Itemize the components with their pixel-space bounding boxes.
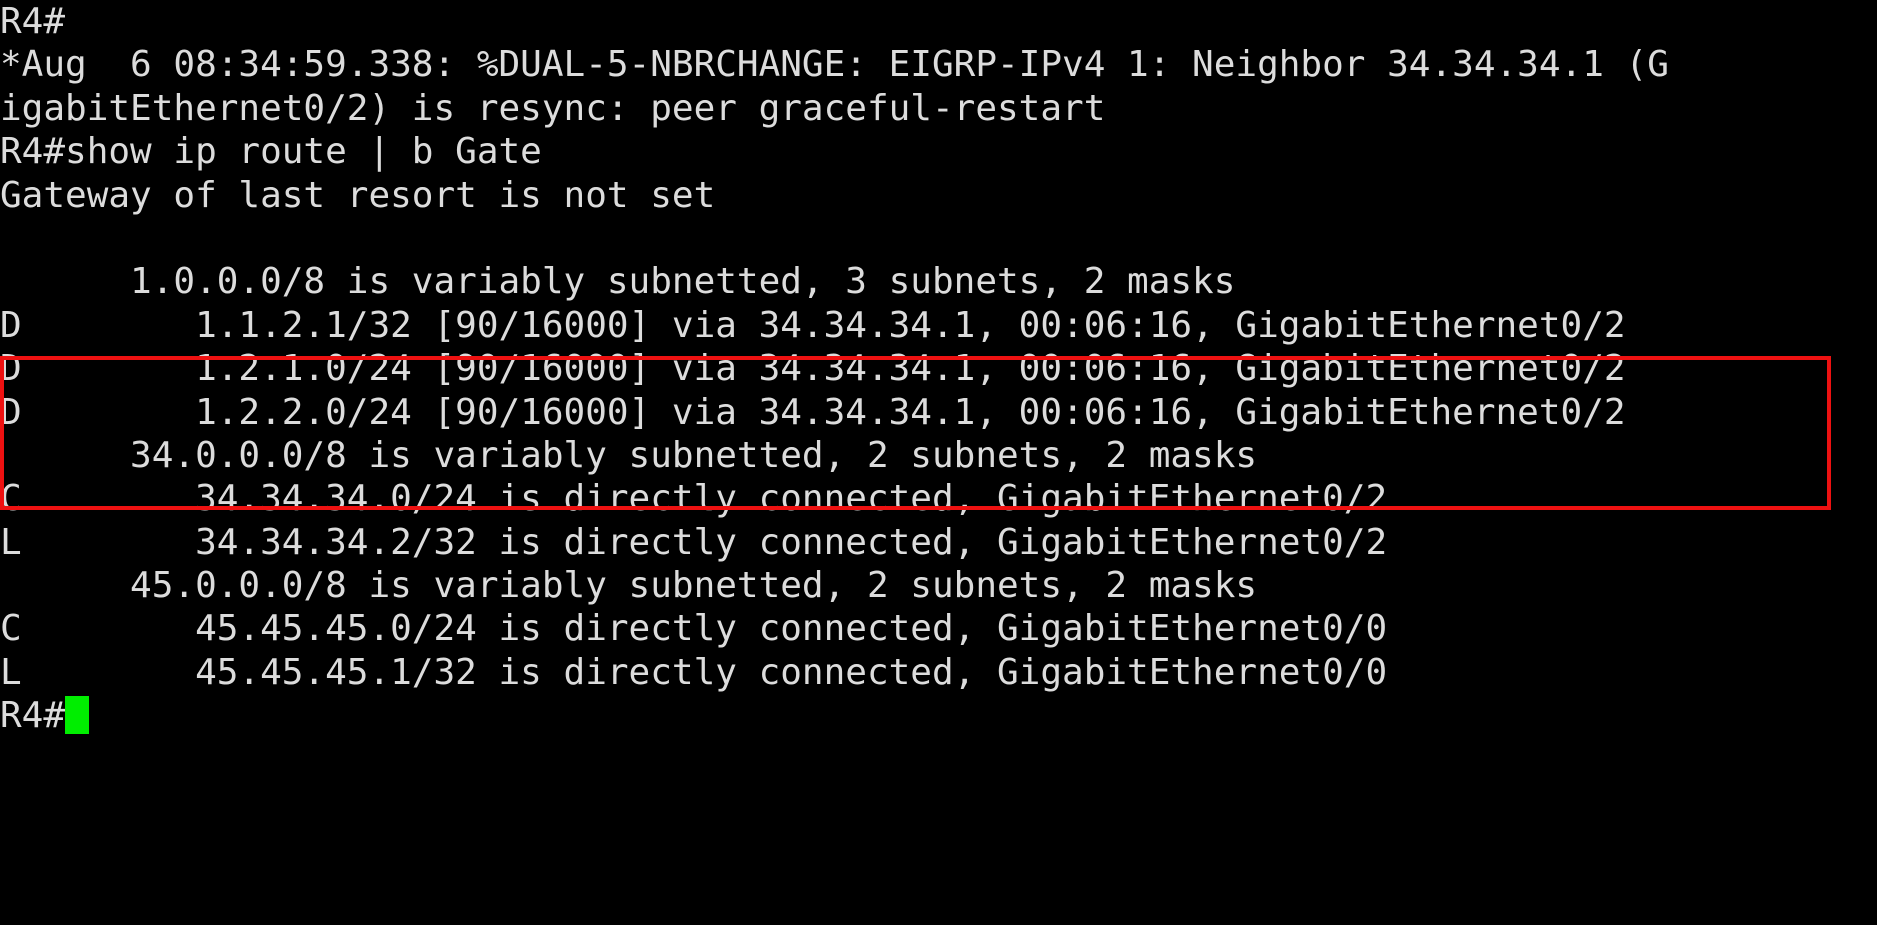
terminal-line: R4# [0,1,66,42]
terminal-line: 45.0.0.0/8 is variably subnetted, 2 subn… [0,565,1258,607]
terminal-line: igabitEthernet0/2) is resync: peer grace… [0,87,1106,129]
terminal-line-route-d3: D 1.2.2.0/24 [90/16000] via 34.34.34.1, … [0,391,1626,433]
text-cursor [65,696,90,735]
terminal-screen: R4# *Aug 6 08:34:59.338: %DUAL-5-NBRCHAN… [0,0,1669,738]
terminal-line: C 45.45.45.0/24 is directly connected, G… [0,608,1388,650]
terminal-line: 1.0.0.0/8 is variably subnetted, 3 subne… [0,261,1236,303]
terminal-line: L 45.45.45.1/32 is directly connected, G… [0,651,1388,693]
terminal-window[interactable]: R4# *Aug 6 08:34:59.338: %DUAL-5-NBRCHAN… [0,0,1877,925]
terminal-line: C 34.34.34.0/24 is directly connected, G… [0,478,1388,520]
terminal-line: *Aug 6 08:34:59.338: %DUAL-5-NBRCHANGE: … [0,44,1669,86]
terminal-line: 34.0.0.0/8 is variably subnetted, 2 subn… [0,434,1258,476]
prompt-text: R4# [0,695,66,737]
terminal-line-route-d1: D 1.1.2.1/32 [90/16000] via 34.34.34.1, … [0,304,1626,346]
terminal-line: Gateway of last resort is not set [0,174,716,216]
terminal-command-line: R4#show ip route | b Gate [0,131,542,173]
terminal-line-route-d2: D 1.2.1.0/24 [90/16000] via 34.34.34.1, … [0,348,1626,390]
terminal-line: L 34.34.34.2/32 is directly connected, G… [0,521,1388,563]
terminal-prompt-line[interactable]: R4# [0,694,1669,737]
